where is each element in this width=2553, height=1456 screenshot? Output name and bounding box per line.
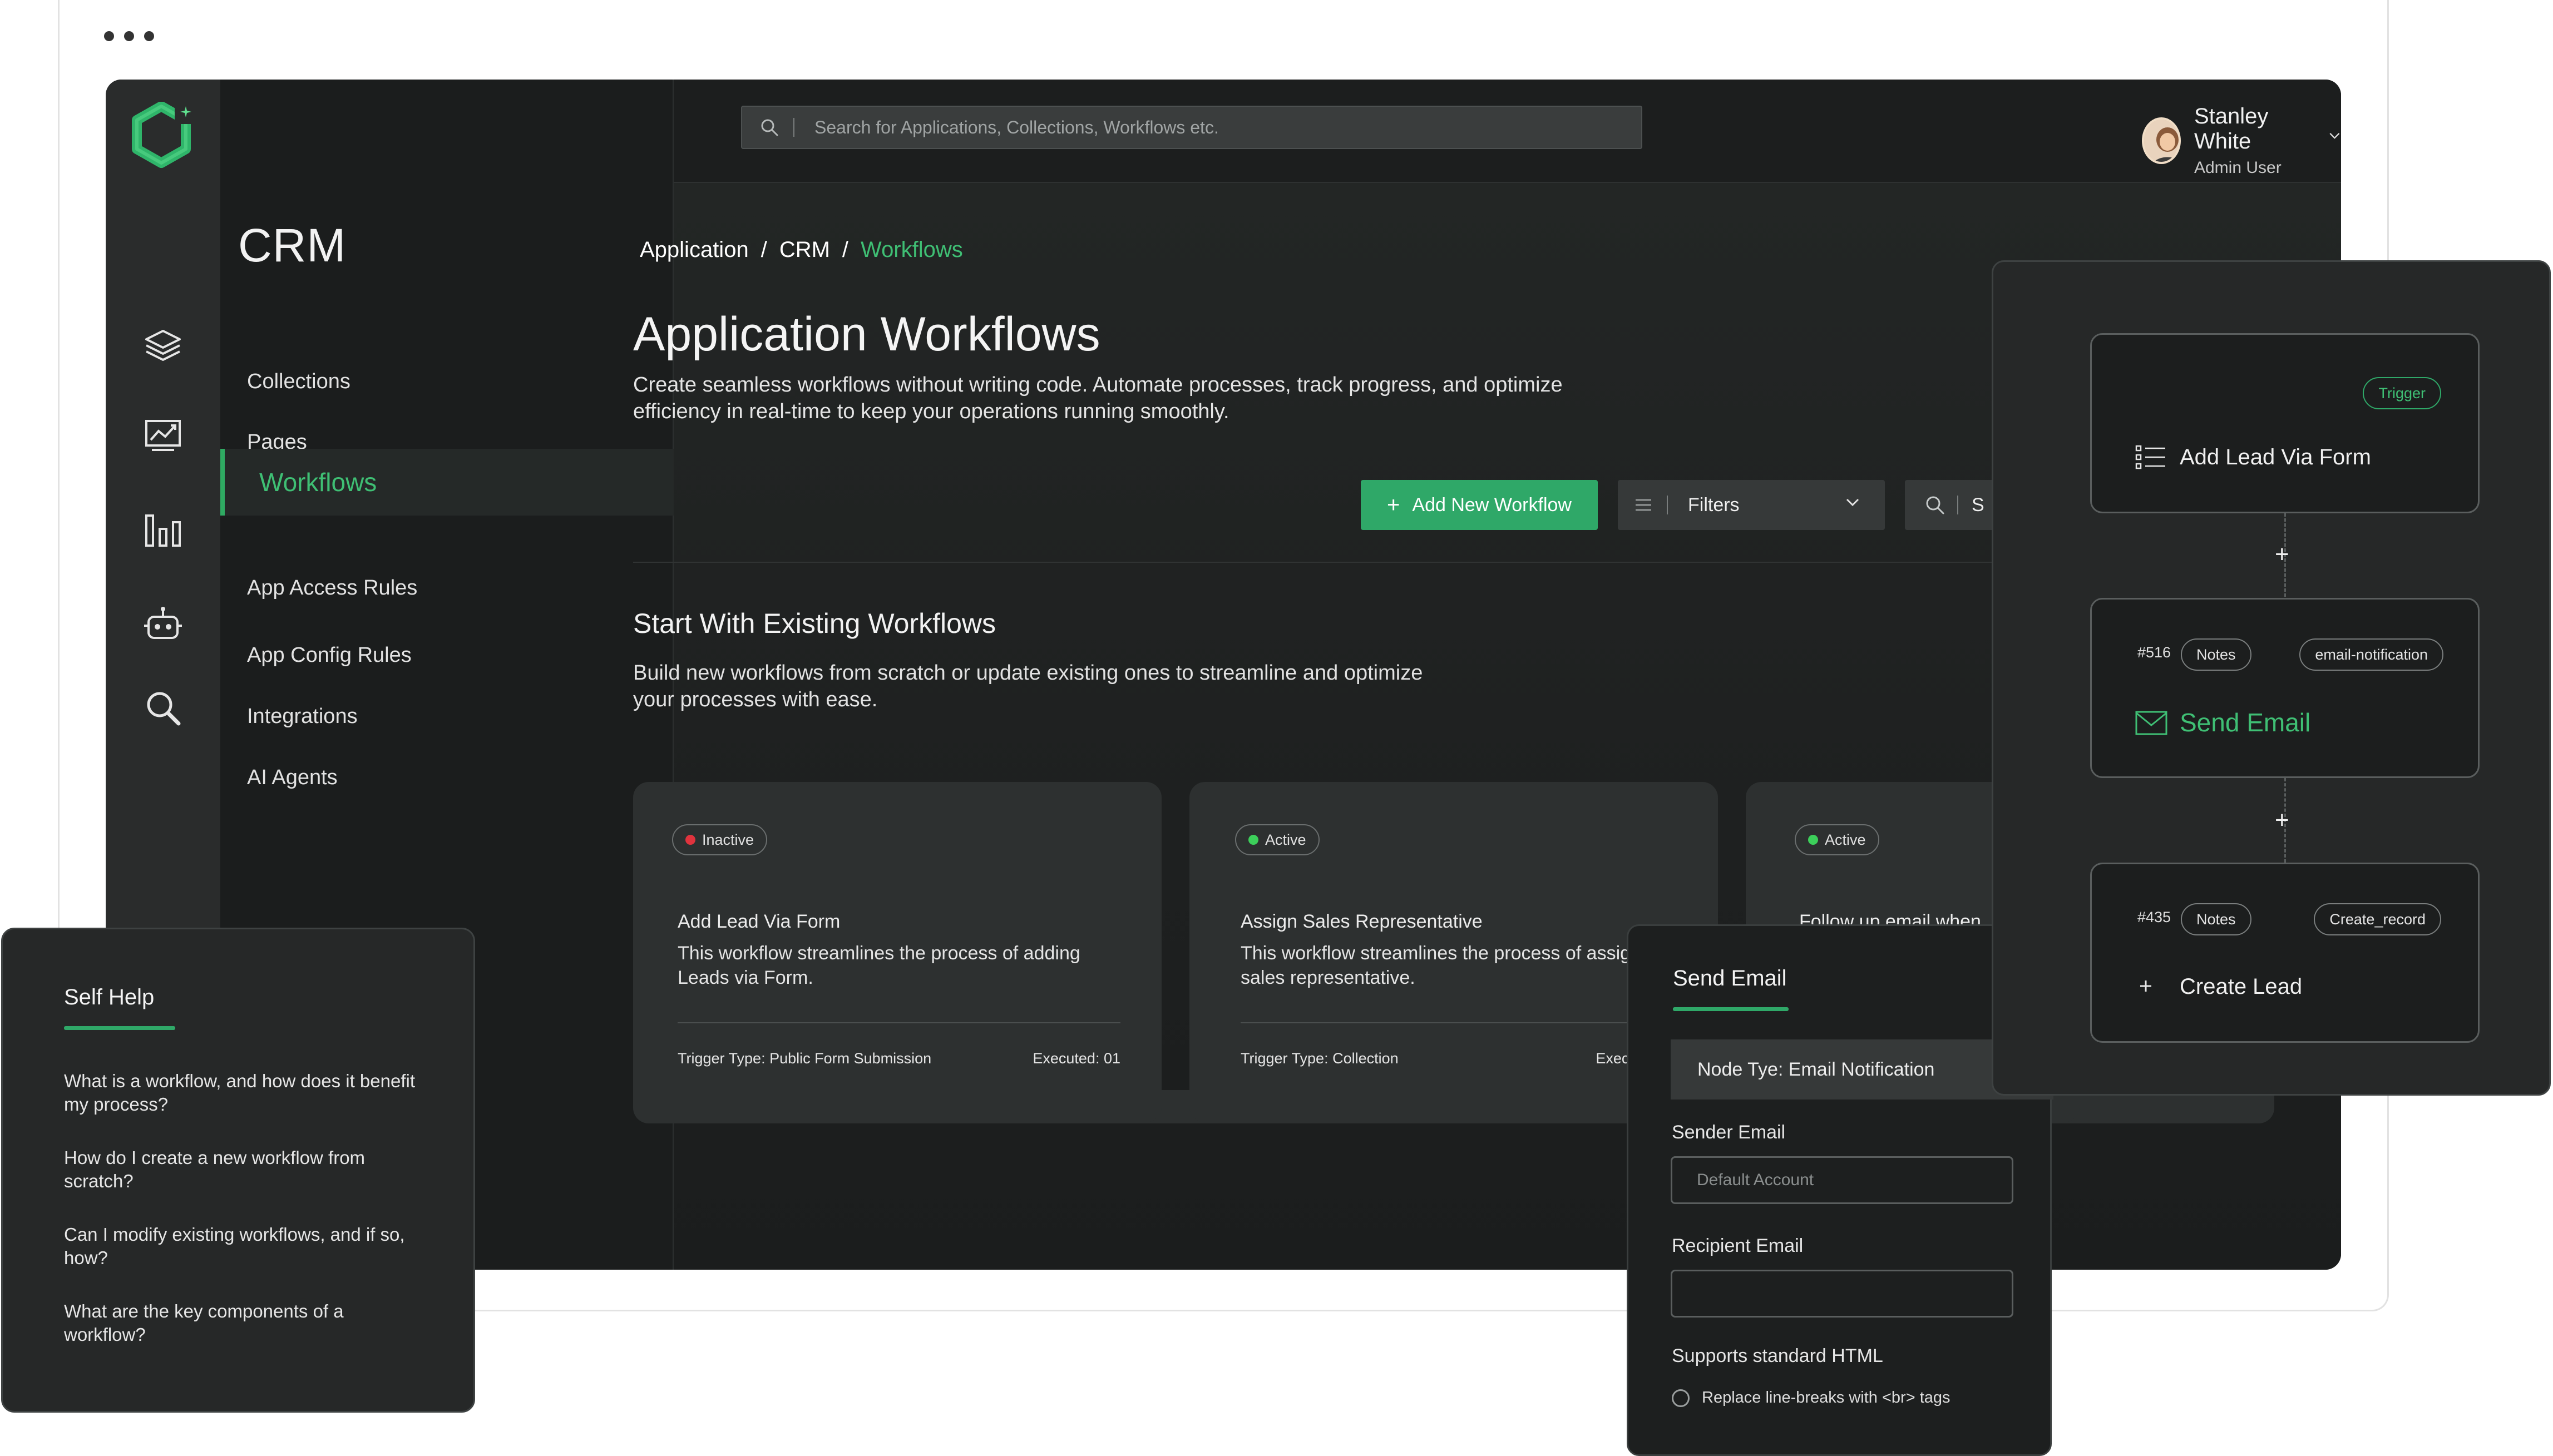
nav-item-app-config-rules[interactable]: App Config Rules (220, 622, 674, 689)
filters-dropdown[interactable]: Filters (1618, 480, 1885, 530)
node-type-pill: Create_record (2314, 903, 2441, 935)
breadcrumb-workflows: Workflows (861, 237, 963, 262)
flow-node-send-email[interactable]: #516 Notes email-notification Send Email (2090, 598, 2480, 778)
help-question[interactable]: How do I create a new workflow from scra… (64, 1146, 420, 1193)
plus-icon (2140, 980, 2151, 992)
nav-item-integrations[interactable]: Integrations (220, 683, 674, 750)
node-id: #516 (2137, 644, 2171, 661)
bar-chart-icon[interactable] (141, 508, 185, 552)
breadcrumb: Application / CRM / Workflows (640, 237, 963, 263)
app-logo-icon[interactable] (128, 102, 195, 169)
robot-icon[interactable] (141, 602, 185, 647)
self-help-title: Self Help (64, 985, 155, 1009)
user-role: Admin User (2194, 159, 2282, 177)
add-step-button[interactable]: + (2275, 542, 2289, 567)
radio-circle-icon (1672, 1389, 1690, 1407)
send-email-panel: Send Email Node Tye: Email Notification … (1627, 924, 2053, 1456)
help-question[interactable]: Can I modify existing workflows, and if … (64, 1223, 420, 1270)
filters-label: Filters (1688, 494, 1740, 516)
help-question[interactable]: What is a workflow, and how does it bene… (64, 1069, 420, 1116)
card-trigger-type: Trigger Type: Public Form Submission (678, 1050, 932, 1067)
breadcrumb-application[interactable]: Application (640, 237, 749, 263)
recipient-email-label: Recipient Email (1672, 1235, 1804, 1256)
send-email-tab[interactable]: Send Email (1673, 966, 1787, 991)
plus-icon: + (1387, 492, 1400, 517)
status-dot-icon (1808, 835, 1818, 845)
recipient-email-input[interactable] (1671, 1270, 2013, 1318)
breadcrumb-crm[interactable]: CRM (779, 237, 830, 263)
workflow-card[interactable]: Inactive Add Lead Via Form This workflow… (633, 782, 1162, 1122)
card-title: Add Lead Via Form (678, 911, 841, 932)
help-question[interactable]: What are the key components of a workflo… (64, 1300, 420, 1346)
card-description: This workflow streamlines the process of… (678, 943, 1080, 988)
line-break-radio[interactable]: Replace line-breaks with <br> tags (1672, 1389, 1950, 1407)
card-title: Assign Sales Representative (1241, 911, 1483, 932)
mail-icon (2135, 711, 2167, 735)
node-id: #435 (2137, 909, 2171, 925)
notes-pill[interactable]: Notes (2181, 903, 2251, 935)
card-trigger-type: Trigger Type: Collection (1241, 1050, 1399, 1067)
global-search-input[interactable]: Search for Applications, Collections, Wo… (741, 106, 1642, 149)
sender-email-label: Sender Email (1672, 1122, 1786, 1143)
add-step-button[interactable]: + (2275, 808, 2289, 833)
nav-item-workflows[interactable]: Workflows (220, 449, 674, 516)
search-icon (761, 119, 778, 136)
status-dot-icon (1248, 835, 1258, 845)
app-section-title: CRM (238, 219, 347, 271)
form-list-icon (2135, 445, 2165, 469)
node-type-pill: email-notification (2299, 638, 2443, 671)
flow-node-trigger[interactable]: Trigger Add Lead Via Form (2090, 333, 2480, 513)
user-name: Stanley White (2194, 104, 2269, 153)
search-magnify-icon[interactable] (141, 686, 185, 730)
window-menu-dots[interactable] (104, 31, 154, 41)
workflow-flow-panel: Trigger Add Lead Via Form + #516 Notes e… (1992, 260, 2551, 1096)
card-executed: Executed: 01 (1033, 1050, 1120, 1067)
sender-email-input[interactable]: Default Account (1671, 1156, 2013, 1204)
layers-icon[interactable] (141, 324, 185, 369)
section-description: Build new workflows from scratch or upda… (633, 661, 1423, 711)
status-badge: Active (1235, 824, 1320, 855)
search-icon (1926, 496, 1944, 514)
html-support-label: Supports standard HTML (1672, 1345, 1883, 1366)
avatar (2142, 117, 2181, 164)
node-label: Add Lead Via Form (2180, 445, 2371, 469)
page-title: Application Workflows (633, 308, 1100, 361)
list-icon (1636, 499, 1651, 511)
trigger-pill: Trigger (2363, 377, 2441, 409)
analytics-icon[interactable] (141, 413, 185, 458)
notes-pill[interactable]: Notes (2181, 638, 2251, 671)
user-menu[interactable]: Stanley White Admin User (2142, 104, 2341, 177)
node-label: Create Lead (2180, 974, 2303, 999)
nav-item-ai-agents[interactable]: AI Agents (220, 744, 674, 811)
section-title: Start With Existing Workflows (633, 608, 996, 639)
search-placeholder: Search for Applications, Collections, Wo… (814, 117, 1219, 137)
nav-item-app-access-rules[interactable]: App Access Rules (220, 554, 674, 621)
add-new-workflow-button[interactable]: + Add New Workflow (1361, 480, 1598, 530)
chevron-down-icon (1846, 498, 1859, 507)
chevron-down-icon[interactable] (2328, 130, 2341, 141)
node-label: Send Email (2180, 708, 2311, 737)
self-help-panel: Self Help What is a workflow, and how do… (1, 928, 475, 1413)
page-description: Create seamless workflows without writin… (633, 373, 1563, 423)
flow-node-create-lead[interactable]: #435 Notes Create_record Create Lead (2090, 863, 2480, 1043)
status-dot-icon (685, 835, 695, 845)
status-badge: Active (1795, 824, 1879, 855)
status-badge: Inactive (672, 824, 768, 855)
nav-item-collections[interactable]: Collections (220, 348, 674, 415)
